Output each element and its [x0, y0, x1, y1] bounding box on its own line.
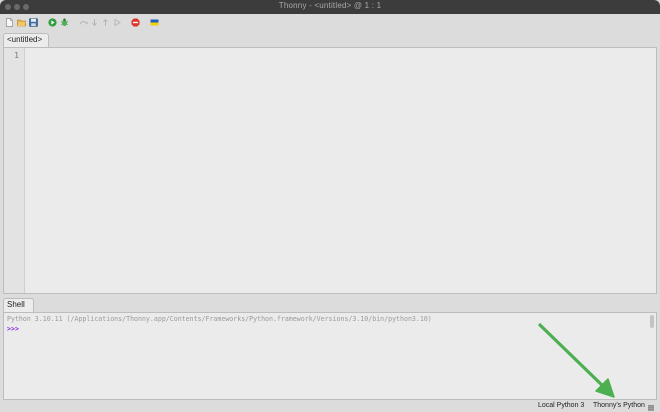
step-into-icon[interactable] [90, 18, 99, 27]
open-file-icon[interactable] [17, 18, 26, 27]
run-icon[interactable] [48, 18, 57, 27]
tab-untitled[interactable]: <untitled> [3, 33, 49, 47]
new-file-icon[interactable] [5, 18, 14, 27]
code-text-area[interactable] [26, 48, 656, 293]
ukraine-flag-icon[interactable] [150, 18, 159, 27]
save-file-icon[interactable] [29, 18, 38, 27]
shell-scrollbar[interactable] [650, 315, 654, 328]
step-out-icon[interactable] [101, 18, 110, 27]
editor-tab-bar: <untitled> [0, 32, 660, 47]
shell-python-banner: Python 3.10.11 (/Applications/Thonny.app… [7, 315, 432, 323]
window-title: Thonny - <untitled> @ 1 : 1 [278, 1, 382, 10]
stop-icon[interactable] [131, 18, 140, 27]
interpreter-selector[interactable]: Thonny's Python [593, 402, 645, 409]
code-editor[interactable]: 1 [3, 47, 657, 294]
tab-shell[interactable]: Shell [3, 298, 34, 312]
status-bar: Local Python 3 Thonny's Python [0, 401, 660, 412]
title-bar: Thonny - <untitled> @ 1 : 1 [0, 0, 660, 14]
toolbar [0, 14, 660, 32]
hamburger-icon[interactable] [648, 403, 654, 411]
line-number-gutter: 1 [4, 48, 25, 293]
interpreter-label[interactable]: Local Python 3 [538, 402, 584, 409]
shell-prompt: >>> [7, 325, 19, 333]
resume-icon[interactable] [113, 18, 122, 27]
shell-tab-bar: Shell [0, 297, 660, 312]
line-number: 1 [14, 51, 19, 60]
step-over-icon[interactable] [79, 18, 88, 27]
shell-panel[interactable]: Python 3.10.11 (/Applications/Thonny.app… [3, 312, 657, 400]
thonny-window: Thonny - <untitled> @ 1 : 1 <untitled> 1… [0, 0, 660, 412]
debug-icon[interactable] [60, 18, 69, 27]
